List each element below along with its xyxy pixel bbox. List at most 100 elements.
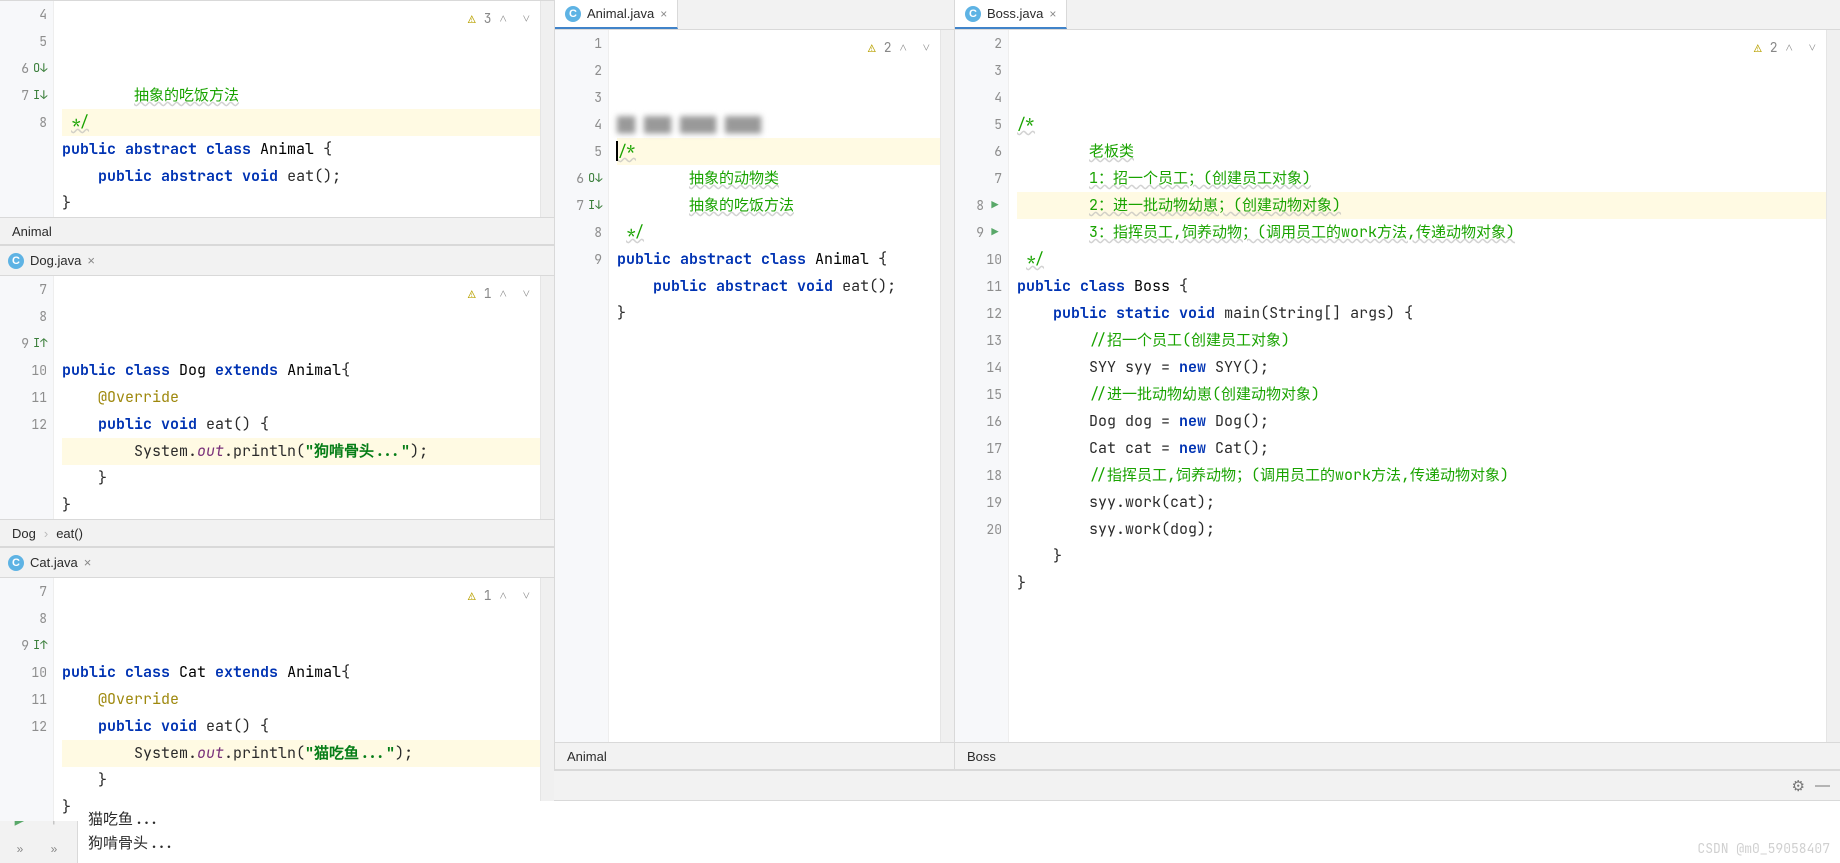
code-line[interactable]: public static void main(String[] args) {: [1017, 300, 1840, 327]
gutter-line[interactable]: 5: [0, 28, 53, 55]
gutter-line[interactable]: 10: [955, 246, 1008, 273]
code-line[interactable]: */: [62, 109, 554, 136]
code-line[interactable]: 抽象的动物类: [617, 165, 954, 192]
gutter-line[interactable]: 5: [555, 138, 608, 165]
code-line[interactable]: 抽象的吃饭方法: [617, 192, 954, 219]
override-gutter-icon[interactable]: I↑: [33, 632, 47, 659]
close-icon[interactable]: ×: [87, 253, 95, 268]
inspection-badge[interactable]: ⚠ 3 ˄ ˅: [468, 5, 534, 32]
gutter-line[interactable]: 11: [0, 384, 53, 411]
gutter-line[interactable]: 2: [955, 30, 1008, 57]
gutter-line[interactable]: 4: [0, 1, 53, 28]
pane-filename[interactable]: Cat.java: [30, 555, 78, 570]
override-gutter-icon[interactable]: I↓: [588, 192, 602, 219]
code-line[interactable]: 3：指挥员工,饲养动物；(调用员工的work方法,传递动物对象): [1017, 219, 1840, 246]
nav-chevrons[interactable]: ˄ ˅: [1786, 34, 1820, 61]
gutter-line[interactable]: 7I↓: [555, 192, 608, 219]
code-line[interactable]: public abstract class Animal {: [62, 136, 554, 163]
gutter-line[interactable]: 11: [955, 273, 1008, 300]
code-line[interactable]: 2：进一批动物幼崽；(创建动物对象): [1017, 192, 1840, 219]
code-line[interactable]: }: [1017, 570, 1840, 597]
pane-filename[interactable]: Dog.java: [30, 253, 81, 268]
gutter-line[interactable]: 18: [955, 462, 1008, 489]
gutter-line[interactable]: 3: [555, 84, 608, 111]
inspection-badge[interactable]: ⚠ 1 ˄ ˅: [468, 582, 534, 609]
code-line[interactable]: [617, 327, 954, 354]
code-line[interactable]: SYY syy = new SYY();: [1017, 354, 1840, 381]
gutter-line[interactable]: 12: [955, 300, 1008, 327]
gutter-line[interactable]: 11: [0, 686, 53, 713]
gutter-line[interactable]: 7: [955, 165, 1008, 192]
code-line[interactable]: //进一批动物幼崽(创建动物对象): [1017, 381, 1840, 408]
error-stripe[interactable]: [1826, 30, 1840, 742]
gutter-line[interactable]: 14: [955, 354, 1008, 381]
gutter-line[interactable]: 5: [955, 111, 1008, 138]
gutter-line[interactable]: 10: [0, 659, 53, 686]
gutter-line[interactable]: 6: [955, 138, 1008, 165]
code-line[interactable]: }: [62, 465, 554, 492]
run-gutter-icon[interactable]: ▶: [988, 192, 1002, 219]
code-line[interactable]: //招一个员工(创建员工对象): [1017, 327, 1840, 354]
code-line[interactable]: Dog dog = new Dog();: [1017, 408, 1840, 435]
editor-boss[interactable]: 2345678▶9▶1011121314151617181920 ⚠ 2 ˄ ˅…: [955, 30, 1840, 742]
close-icon[interactable]: ×: [1049, 7, 1056, 21]
error-stripe[interactable]: [940, 30, 954, 742]
override-gutter-icon[interactable]: I↓: [33, 82, 47, 109]
code-line[interactable]: }: [62, 492, 554, 519]
gutter-line[interactable]: 12: [0, 713, 53, 740]
gutter-line[interactable]: 9: [555, 246, 608, 273]
gutter-line[interactable]: 20: [955, 516, 1008, 543]
nav-chevrons[interactable]: ˄ ˅: [500, 5, 534, 32]
code-line[interactable]: public abstract class Animal {: [617, 246, 954, 273]
gutter-line[interactable]: 19: [955, 489, 1008, 516]
override-gutter-icon[interactable]: O↓: [33, 55, 47, 82]
gutter-line[interactable]: 9I↑: [0, 330, 53, 357]
gutter-line[interactable]: 7: [0, 276, 53, 303]
gutter-line[interactable]: 7I↓: [0, 82, 53, 109]
tab-animal-java[interactable]: Animal.java×: [555, 0, 678, 29]
code-line[interactable]: public void eat() {: [62, 411, 554, 438]
gear-icon[interactable]: ⚙: [1792, 777, 1805, 795]
minimize-icon[interactable]: —: [1815, 777, 1830, 794]
tab-boss-java[interactable]: Boss.java×: [955, 0, 1067, 29]
error-stripe[interactable]: [540, 276, 554, 519]
crumb[interactable]: Dog: [12, 526, 36, 541]
code-line[interactable]: public class Cat extends Animal{: [62, 659, 554, 686]
inspection-badge[interactable]: ⚠ 2 ˄ ˅: [868, 34, 934, 61]
error-stripe[interactable]: [540, 1, 554, 217]
gutter-line[interactable]: 10: [0, 357, 53, 384]
gutter-line[interactable]: 8: [0, 605, 53, 632]
code-line[interactable]: Cat cat = new Cat();: [1017, 435, 1840, 462]
code-line[interactable]: [1017, 597, 1840, 624]
gutter-line[interactable]: 2: [555, 57, 608, 84]
gutter-line[interactable]: 9▶: [955, 219, 1008, 246]
code-line[interactable]: 抽象的吃饭方法: [62, 82, 554, 109]
code-line[interactable]: }: [617, 300, 954, 327]
gutter-line[interactable]: 8: [0, 109, 53, 136]
gutter-line[interactable]: 8: [0, 303, 53, 330]
inspection-badge[interactable]: ⚠ 2 ˄ ˅: [1754, 34, 1820, 61]
code-line[interactable]: @Override: [62, 384, 554, 411]
code-line[interactable]: public class Boss {: [1017, 273, 1840, 300]
gutter-line[interactable]: 9I↑: [0, 632, 53, 659]
crumb[interactable]: eat(): [56, 526, 83, 541]
code-line[interactable]: ▇▇ ▇▇▇ ▇▇▇▇ ▇▇▇▇: [617, 111, 954, 138]
gutter-line[interactable]: 4: [555, 111, 608, 138]
gutter-line[interactable]: 8: [555, 219, 608, 246]
code-line[interactable]: public abstract void eat();: [62, 163, 554, 190]
crumb[interactable]: Animal: [12, 224, 52, 239]
code-line[interactable]: public void eat() {: [62, 713, 554, 740]
code-line[interactable]: 老板类: [1017, 138, 1840, 165]
code-line[interactable]: /*: [617, 138, 954, 165]
gutter-line[interactable]: 13: [955, 327, 1008, 354]
more-right-icon[interactable]: »: [38, 835, 70, 863]
more-left-icon[interactable]: »: [4, 835, 36, 863]
gutter-line[interactable]: 6O↓: [555, 165, 608, 192]
code-line[interactable]: }: [62, 190, 554, 217]
gutter-line[interactable]: 6O↓: [0, 55, 53, 82]
code-line[interactable]: 1：招一个员工；(创建员工对象): [1017, 165, 1840, 192]
code-line[interactable]: */: [1017, 246, 1840, 273]
editor-cat[interactable]: 789I↑101112 ⚠ 1 ˄ ˅ public class Cat ext…: [0, 578, 554, 821]
close-icon[interactable]: ×: [660, 7, 667, 21]
gutter-line[interactable]: 12: [0, 411, 53, 438]
